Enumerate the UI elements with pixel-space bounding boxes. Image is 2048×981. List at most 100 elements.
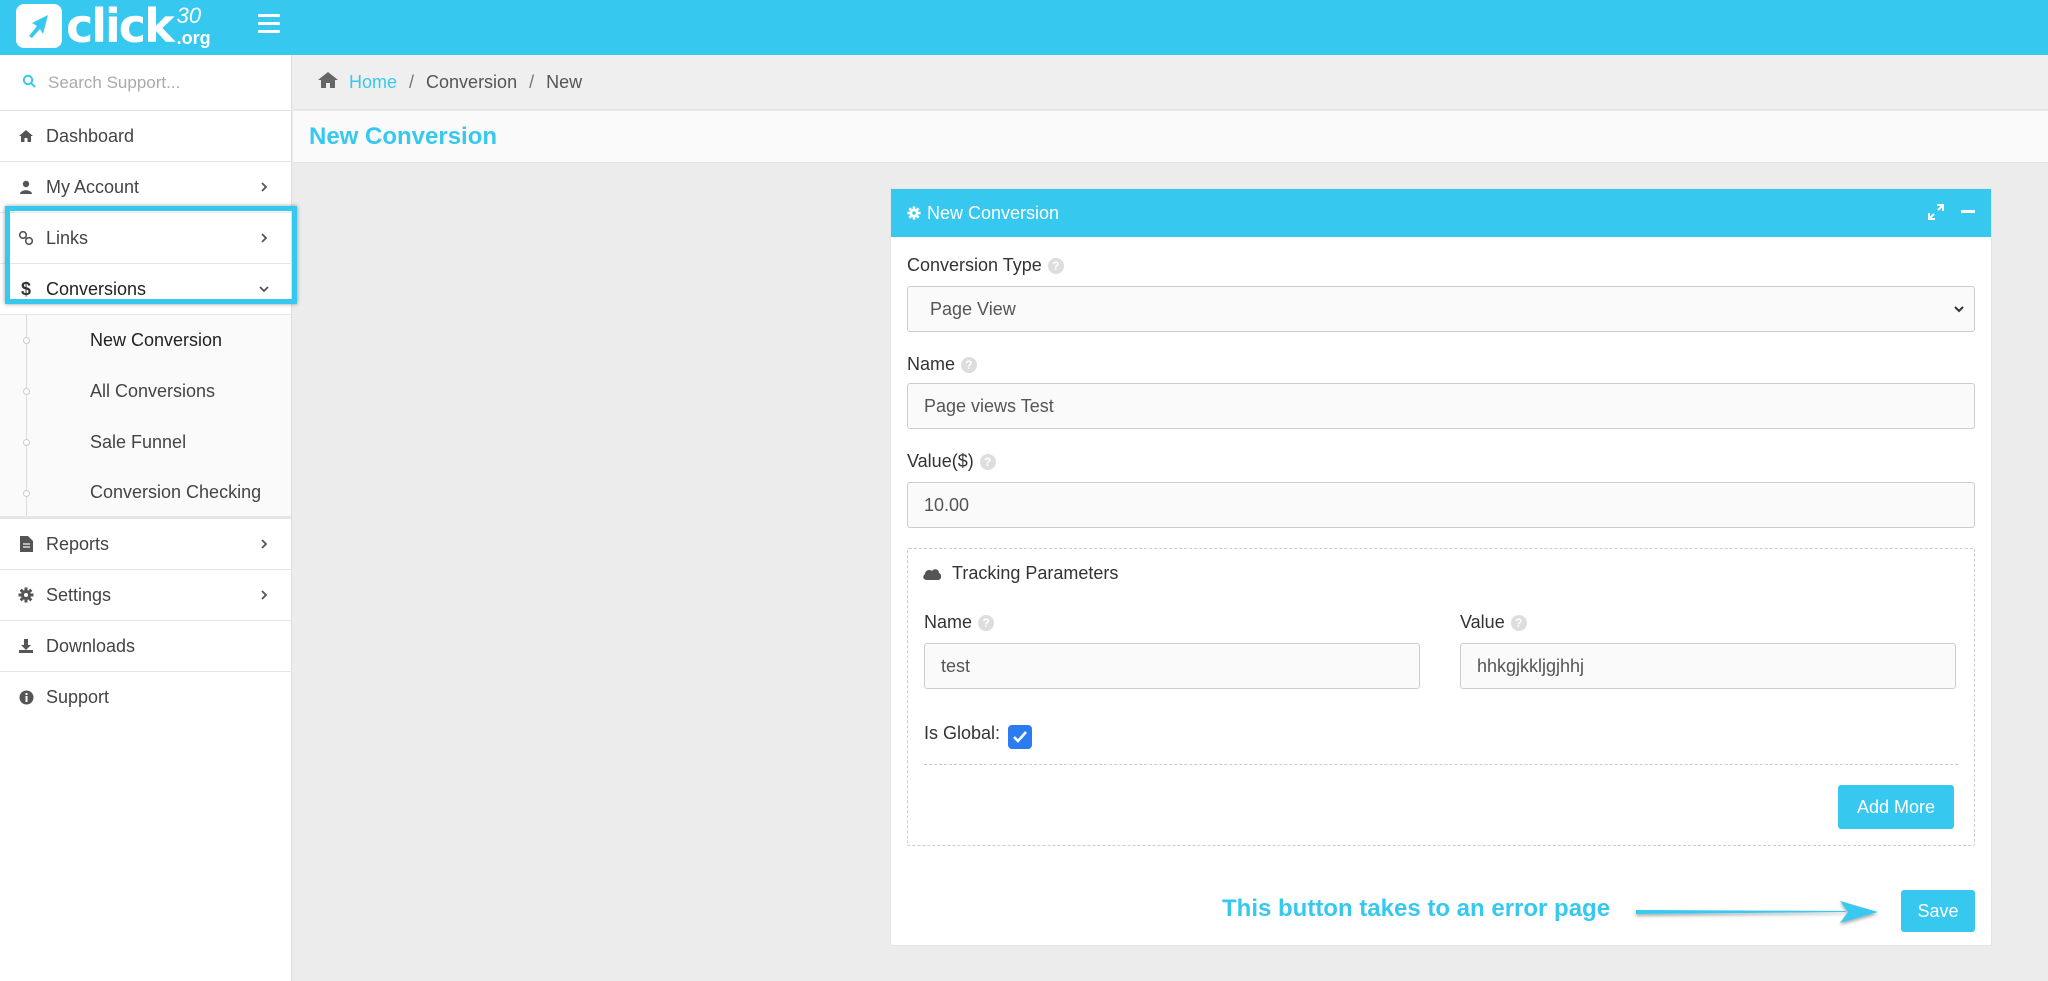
sidebar-item-label: Dashboard [46, 125, 135, 146]
tracking-parameters-group: Tracking Parameters Name ? Value ? Is Gl… [907, 548, 1975, 846]
save-button[interactable]: Save [1901, 890, 1975, 932]
annotation-text: This button takes to an error page [1222, 895, 1611, 922]
search-icon [22, 72, 36, 93]
help-icon[interactable]: ? [1047, 257, 1064, 274]
menu-toggle-icon[interactable] [258, 14, 280, 34]
breadcrumb-separator: / [409, 71, 415, 92]
param-value-input[interactable] [1460, 643, 1956, 689]
info-icon [18, 690, 34, 706]
logo-text: click [66, 0, 175, 53]
name-input[interactable] [907, 383, 1975, 429]
param-value-label-text: Value [1460, 612, 1505, 632]
name-label: Name ? [907, 354, 978, 375]
sidebar-item-label: Conversions [46, 278, 147, 299]
sidebar-subitem-label: All Conversions [90, 381, 216, 401]
expand-icon[interactable] [1927, 203, 1945, 221]
conversion-type-label-text: Conversion Type [907, 255, 1042, 275]
sidebar-subitem-all-conversions[interactable]: All Conversions [0, 366, 291, 417]
logo[interactable]: click 30 .org [16, 0, 211, 52]
breadcrumb-current: New [546, 71, 583, 92]
home-icon [18, 128, 34, 144]
sidebar-item-label: Support [46, 687, 110, 707]
sidebar-item-conversions[interactable]: $ Conversions [0, 264, 291, 315]
sidebar-item-label: Reports [46, 533, 110, 554]
sidebar-subitem-sale-funnel[interactable]: Sale Funnel [0, 417, 291, 468]
search-input[interactable] [48, 72, 268, 93]
is-global-label-text: Is Global: [924, 723, 1001, 743]
link-icon [18, 230, 34, 246]
name-label-text: Name [907, 354, 956, 374]
dollar-icon: $ [20, 278, 31, 299]
new-conversion-panel: New Conversion Conversion Type ? Page Vi… [890, 188, 1992, 946]
conversion-type-label: Conversion Type ? [907, 255, 1064, 276]
chevron-down-icon [259, 286, 269, 293]
breadcrumb-home-link[interactable]: Home [349, 72, 397, 93]
conversion-type-select[interactable]: Page View [907, 286, 1975, 332]
param-name-label: Name ? [924, 612, 995, 633]
help-icon[interactable]: ? [978, 614, 995, 631]
chevron-down-icon [1954, 306, 1964, 313]
gear-icon [18, 587, 34, 603]
check-icon [1013, 731, 1027, 743]
sidebar-item-links[interactable]: Links [0, 213, 291, 264]
conversions-submenu: New Conversion All Conversions Sale Funn… [0, 315, 291, 519]
breadcrumb: Home / Conversion / New [293, 55, 2048, 110]
sidebar-subitem-label: Conversion Checking [90, 481, 262, 502]
chevron-right-icon [261, 590, 268, 600]
sidebar-item-my-account[interactable]: My Account [0, 162, 291, 213]
bullet-icon [23, 490, 30, 497]
value-input[interactable] [907, 482, 1975, 528]
collapse-icon[interactable] [1959, 203, 1977, 221]
chevron-right-icon [261, 539, 268, 549]
cursor-arrow-icon [16, 4, 62, 48]
logo-sup: 30 .org [176, 3, 211, 48]
param-name-label-text: Name [924, 612, 973, 632]
file-icon [18, 536, 34, 552]
panel-header: New Conversion [891, 189, 1991, 237]
param-name-input[interactable] [924, 643, 1420, 689]
sidebar-subitem-new-conversion[interactable]: New Conversion [0, 315, 291, 366]
bullet-icon [23, 439, 30, 446]
sidebar-subitem-label: Sale Funnel [90, 432, 187, 452]
tracking-legend-text: Tracking Parameters [952, 563, 1119, 583]
sidebar-item-reports[interactable]: Reports [0, 519, 291, 570]
help-icon[interactable]: ? [1510, 614, 1527, 631]
param-value-label: Value ? [1460, 612, 1527, 633]
sidebar-item-label: My Account [46, 176, 140, 197]
chevron-right-icon [261, 233, 268, 243]
bullet-icon [23, 337, 30, 344]
cloud-icon [922, 567, 942, 581]
logo-number: 30 [176, 3, 202, 28]
is-global-label: Is Global: [924, 723, 1000, 744]
sidebar-item-label: Settings [46, 584, 112, 605]
home-icon [317, 71, 339, 94]
sidebar-subitem-label: New Conversion [90, 330, 223, 350]
gear-icon [907, 206, 921, 220]
sidebar-subitem-conversion-checking[interactable]: Conversion Checking [0, 468, 291, 519]
is-global-checkbox[interactable] [1008, 725, 1032, 749]
logo-domain: .org [176, 28, 211, 48]
sidebar-item-downloads[interactable]: Downloads [0, 621, 291, 672]
value-label-text: Value($) [907, 451, 974, 471]
sidebar-item-dashboard[interactable]: Dashboard [0, 111, 291, 162]
sidebar-item-settings[interactable]: Settings [0, 570, 291, 621]
sidebar-item-label: Downloads [46, 635, 136, 656]
help-icon[interactable]: ? [979, 453, 996, 470]
breadcrumb-separator: / [529, 71, 535, 92]
value-label: Value($) ? [907, 451, 996, 472]
add-more-button[interactable]: Add More [1838, 785, 1954, 829]
help-icon[interactable]: ? [961, 356, 978, 373]
breadcrumb-conversion[interactable]: Conversion [426, 72, 517, 93]
sidebar-item-label: Links [46, 227, 89, 248]
tracking-legend: Tracking Parameters [922, 563, 1118, 584]
sidebar-search [0, 55, 291, 111]
sidebar-item-support[interactable]: Support [0, 672, 291, 723]
conversion-type-value: Page View [930, 298, 1016, 319]
bullet-icon [23, 388, 30, 395]
sidebar: Dashboard My Account Links $ Conversions… [0, 55, 292, 981]
user-icon [18, 179, 34, 195]
page-title: New Conversion [309, 122, 498, 150]
download-icon [18, 638, 34, 654]
panel-title: New Conversion [927, 202, 1060, 223]
page-header: New Conversion [293, 111, 2048, 163]
